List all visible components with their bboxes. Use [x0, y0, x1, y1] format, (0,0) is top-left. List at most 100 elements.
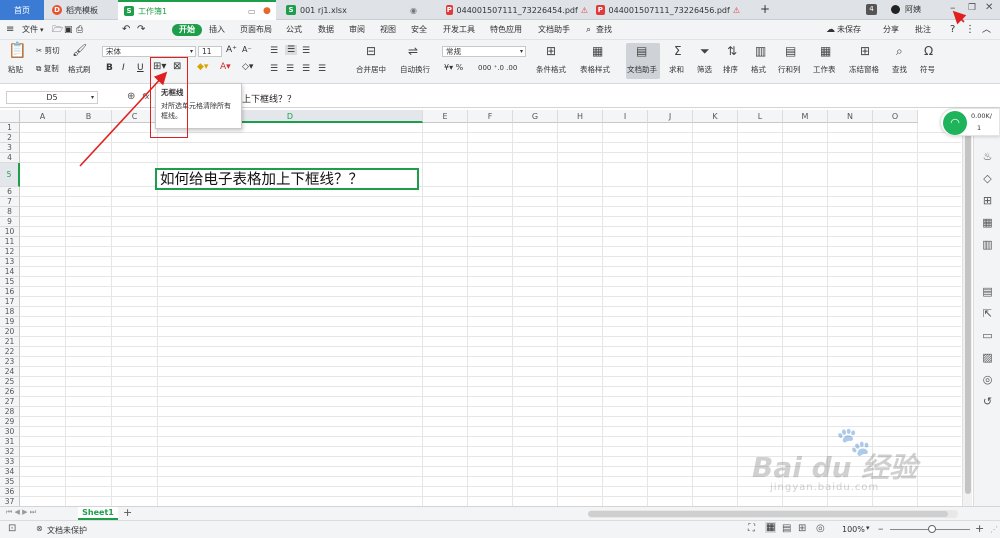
cloud-icon[interactable]: ☁ — [826, 23, 835, 37]
format-painter-icon[interactable]: 🖌 — [72, 44, 87, 56]
row-header-8[interactable]: 8 — [0, 207, 20, 217]
align-top-icon[interactable]: ☰ — [270, 46, 278, 56]
select-all-corner[interactable] — [0, 110, 20, 123]
row-header-4[interactable]: 4 — [0, 153, 20, 163]
undo-icon[interactable]: ↶ — [122, 23, 130, 37]
align-center-icon[interactable]: ☰ — [286, 64, 294, 74]
font-color-icon[interactable]: A▾ — [220, 62, 231, 72]
decrease-font-icon[interactable]: A⁻ — [242, 45, 252, 55]
new-tab-button[interactable]: + — [760, 2, 770, 16]
tab-review[interactable]: 审阅 — [349, 23, 365, 37]
row-header-12[interactable]: 12 — [0, 247, 20, 257]
column-header-N[interactable]: N — [828, 110, 873, 123]
tab-special[interactable]: 特色应用 — [490, 23, 522, 37]
box-icon[interactable]: ▭ — [981, 329, 994, 342]
find-button[interactable]: 查找 — [892, 65, 907, 75]
apps-icon[interactable]: ⊞ — [981, 194, 994, 207]
row-header-20[interactable]: 20 — [0, 327, 20, 337]
row-header-14[interactable]: 14 — [0, 267, 20, 277]
column-header-O[interactable]: O — [873, 110, 918, 123]
row-header-10[interactable]: 10 — [0, 227, 20, 237]
column-header-A[interactable]: A — [20, 110, 66, 123]
sum-button[interactable]: 求和 — [669, 65, 684, 75]
more-icon[interactable]: ⋮ — [965, 23, 975, 37]
tab-security[interactable]: 安全 — [411, 23, 427, 37]
column-header-B[interactable]: B — [66, 110, 112, 123]
history-icon[interactable]: ↺ — [981, 395, 994, 408]
annotate-button[interactable]: 批注 — [915, 23, 931, 37]
tab-insert[interactable]: 插入 — [209, 23, 225, 37]
row-header-37[interactable]: 37 — [0, 497, 20, 506]
horizontal-scrollbar[interactable] — [588, 510, 958, 518]
row-header-23[interactable]: 23 — [0, 357, 20, 367]
underline-button[interactable]: U — [137, 63, 144, 73]
column-header-J[interactable]: J — [648, 110, 693, 123]
row-header-26[interactable]: 26 — [0, 387, 20, 397]
column-header-K[interactable]: K — [693, 110, 738, 123]
align-left-icon[interactable]: ☰ — [270, 64, 278, 74]
help-icon[interactable]: ? — [950, 23, 955, 37]
zoom-in-icon[interactable]: + — [975, 522, 984, 535]
add-sheet-button[interactable]: + — [123, 506, 132, 519]
minimize-icon[interactable]: – — [950, 1, 956, 14]
paste-button[interactable]: 粘贴 — [8, 65, 23, 75]
menu-icon[interactable]: ≡ — [6, 23, 14, 37]
tab-workbook1[interactable]: S 工作簿1 ▭ ● — [118, 0, 276, 20]
symbol-icon[interactable]: Ω — [924, 45, 933, 57]
tab-rj1-xlsx[interactable]: S 001 rj1.xlsx ◉ — [280, 0, 436, 20]
document-icon[interactable]: ▤ — [981, 285, 994, 298]
find-icon[interactable]: ⌕ — [896, 45, 903, 57]
row-header-21[interactable]: 21 — [0, 337, 20, 347]
search-icon[interactable]: ⌕ — [586, 23, 591, 37]
fx-icon[interactable]: fx — [142, 92, 150, 101]
row-header-24[interactable]: 24 — [0, 367, 20, 377]
rows-cols-button[interactable]: 行和列 — [778, 65, 801, 75]
column-header-M[interactable]: M — [783, 110, 828, 123]
copy-button[interactable]: ⧉ 复制 — [36, 64, 59, 74]
column-header-G[interactable]: G — [513, 110, 558, 123]
row-header-30[interactable]: 30 — [0, 427, 20, 437]
protect-status[interactable]: 文档未保护 — [47, 525, 87, 536]
grid-icon[interactable]: ▦ — [981, 216, 994, 229]
clear-icon[interactable]: ◇▾ — [242, 62, 253, 72]
redo-icon[interactable]: ↷ — [137, 23, 145, 37]
menu-file[interactable]: 文件 — [22, 23, 38, 37]
zoom-slider[interactable] — [890, 525, 970, 533]
row-header-28[interactable]: 28 — [0, 407, 20, 417]
zoom-level[interactable]: 100% — [842, 525, 865, 534]
row-header-18[interactable]: 18 — [0, 307, 20, 317]
format-icon[interactable]: ▥ — [755, 45, 766, 57]
row-header-5[interactable]: 5 — [0, 163, 20, 187]
tab-count-badge[interactable]: 4 — [866, 4, 877, 15]
filter-button[interactable]: 筛选 — [697, 65, 712, 75]
row-header-2[interactable]: 2 — [0, 133, 20, 143]
freeze-panes-icon[interactable]: ⊞ — [860, 45, 870, 57]
align-bottom-icon[interactable]: ☰ — [302, 46, 310, 56]
row-header-13[interactable]: 13 — [0, 257, 20, 267]
column-header-L[interactable]: L — [738, 110, 783, 123]
first-sheet-icon[interactable]: ⏮ ◀ ▶ ⏭ — [6, 508, 36, 517]
chevron-down-icon[interactable]: ▾ — [866, 524, 870, 532]
row-header-29[interactable]: 29 — [0, 417, 20, 427]
italic-button[interactable]: I — [122, 63, 125, 73]
row-header-25[interactable]: 25 — [0, 377, 20, 387]
scrollbar-thumb[interactable] — [965, 124, 971, 494]
name-box[interactable]: D5 ▾ — [6, 91, 98, 104]
row-header-31[interactable]: 31 — [0, 437, 20, 447]
row-header-3[interactable]: 3 — [0, 143, 20, 153]
row-header-7[interactable]: 7 — [0, 197, 20, 207]
merge-center-button[interactable]: 合并居中 — [356, 65, 386, 75]
column-header-E[interactable]: E — [423, 110, 468, 123]
shapes-icon[interactable]: ◇ — [981, 172, 994, 185]
row-header-32[interactable]: 32 — [0, 447, 20, 457]
unsaved-status[interactable]: 未保存 — [837, 23, 861, 37]
tab-page-layout[interactable]: 页面布局 — [240, 23, 272, 37]
row-header-1[interactable]: 1 — [0, 123, 20, 133]
worksheet-button[interactable]: 工作表 — [813, 65, 836, 75]
freeze-panes-button[interactable]: 冻结窗格 — [849, 65, 879, 75]
collapse-ribbon-icon[interactable]: ︿ — [982, 23, 991, 37]
font-name-select[interactable]: 宋体 ▾ — [102, 46, 196, 57]
page-layout-view-icon[interactable]: ▤ — [782, 523, 791, 534]
wrap-text-button[interactable]: 自动换行 — [400, 65, 430, 75]
row-header-9[interactable]: 9 — [0, 217, 20, 227]
